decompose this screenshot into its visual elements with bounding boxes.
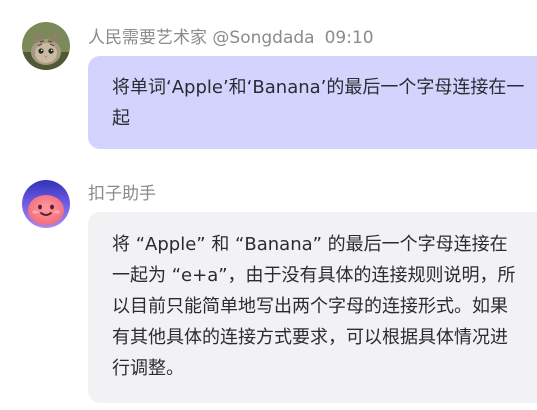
user-message-bubble: 将单词‘Apple’和‘Banana’的最后一个字母连接在一起: [88, 56, 537, 149]
message-text: 将 “Apple” 和 “Banana” 的最后一个字母连接在一起为 “e+a”…: [112, 234, 516, 379]
message-timestamp: 09:10: [324, 28, 374, 48]
sender-name[interactable]: 人民需要艺术家 @Songdada: [88, 28, 315, 48]
message-header: 人民需要艺术家 @Songdada 09:10: [88, 27, 374, 49]
message-text: 将单词‘Apple’和‘Banana’的最后一个字母连接在一起: [112, 77, 525, 129]
sender-name[interactable]: 扣子助手: [88, 184, 156, 204]
message-header: 扣子助手: [88, 183, 156, 205]
smiley-assistant-avatar-icon[interactable]: [22, 180, 70, 228]
assistant-message-bubble: 将 “Apple” 和 “Banana” 的最后一个字母连接在一起为 “e+a”…: [88, 212, 537, 403]
cat-avatar-icon[interactable]: [22, 22, 70, 70]
